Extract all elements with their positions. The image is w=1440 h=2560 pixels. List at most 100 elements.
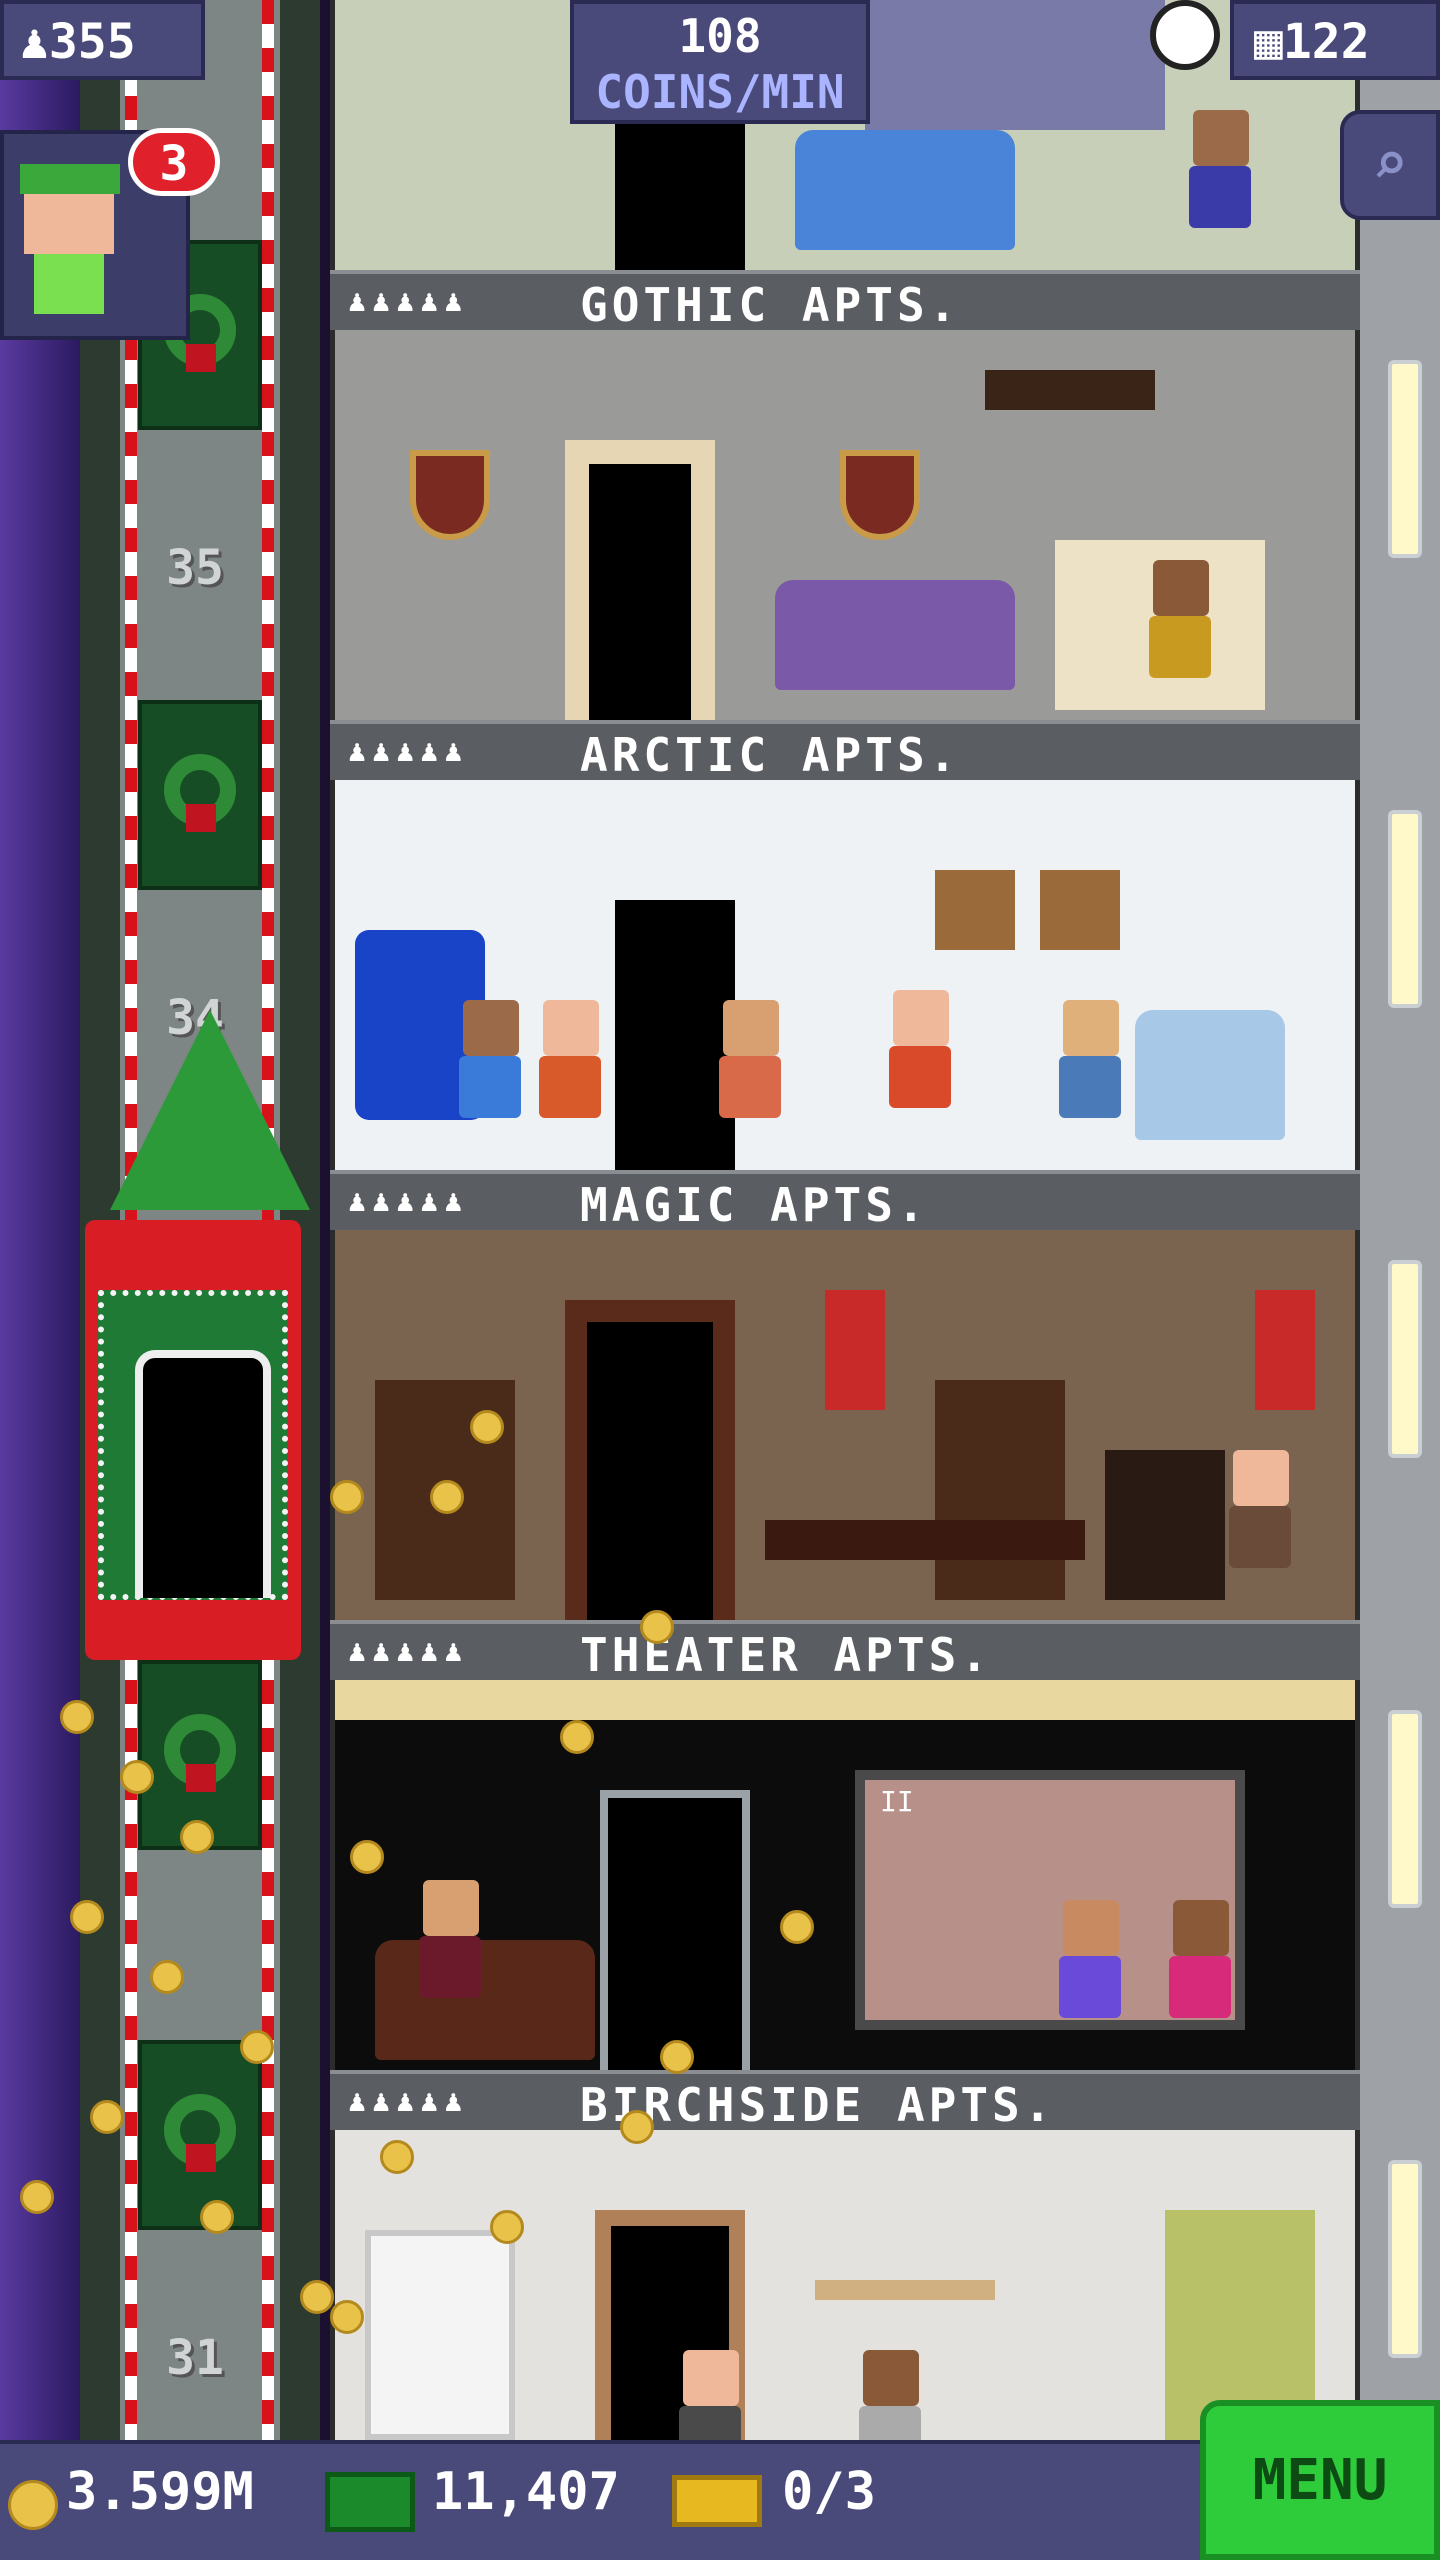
coins-per-minute-panel: 108 COINS/MIN [570, 0, 870, 124]
arctic-apartment-room[interactable] [335, 780, 1355, 1170]
bux-icon [325, 2472, 415, 2532]
ticket-icon [672, 2475, 762, 2527]
wall-light [1388, 2160, 1422, 2358]
population-counter[interactable]: ♟355 [0, 0, 205, 80]
shield-icon [840, 450, 920, 540]
coin-icon [780, 1910, 814, 1944]
wreath-panel [138, 700, 262, 890]
coin-icon [490, 2210, 524, 2244]
bookshelf [935, 1380, 1065, 1600]
picture-frame [1040, 870, 1120, 950]
floor-name: ARCTIC APTS. [580, 728, 961, 782]
tickets-value[interactable]: 0/3 [782, 2462, 876, 2522]
coin-icon [330, 1480, 364, 1514]
coin-icon [150, 1960, 184, 1994]
blue-armchair [1135, 1010, 1285, 1140]
birchside-apartment-room[interactable] [335, 2130, 1355, 2468]
shaft-floor-number: 31 [166, 2330, 224, 2386]
resident-icons: ♟♟♟♟♟ [348, 1634, 469, 1669]
floor-label-arctic[interactable]: ♟♟♟♟♟ ARCTIC APTS. [330, 720, 1360, 782]
coins-value[interactable]: 3.599M [66, 2462, 254, 2522]
coin-icon [8, 2480, 58, 2530]
avatar [24, 184, 114, 254]
notification-badge[interactable]: 3 [128, 128, 220, 196]
gothic-apartment-room[interactable] [335, 330, 1355, 720]
wall-window [865, 0, 1165, 130]
wall-shelf [815, 2280, 995, 2300]
chandelier-icon [985, 370, 1155, 410]
floor-label-magic[interactable]: ♟♟♟♟♟ MAGIC APTS. [330, 1170, 1360, 1232]
coin-icon [350, 1840, 384, 1874]
menu-button[interactable]: MENU [1200, 2400, 1440, 2560]
wall-light [1388, 360, 1422, 558]
resident[interactable] [885, 990, 955, 1120]
christmas-tree-icon [110, 1010, 310, 1210]
magnifier-icon: ⌕ [1371, 129, 1409, 199]
floor-label-gothic[interactable]: ♟♟♟♟♟ GOTHIC APTS. [330, 270, 1360, 332]
resident-icons: ♟♟♟♟♟ [348, 2084, 469, 2119]
apartment-door [615, 120, 745, 270]
apartment-door [565, 1300, 735, 1620]
clock-icon[interactable] [1150, 0, 1220, 70]
coin-icon [470, 1410, 504, 1444]
resident-icons: ♟♟♟♟♟ [348, 1184, 469, 1219]
apartment-door [600, 1790, 750, 2070]
floor-name: MAGIC APTS. [580, 1178, 929, 1232]
resident[interactable] [715, 1000, 785, 1130]
coin-icon [70, 1900, 104, 1934]
coin-icon [120, 1760, 154, 1794]
wall-light [1388, 810, 1422, 1008]
wreath-panel [138, 2040, 262, 2230]
bookshelf [365, 2230, 515, 2440]
floor-name: GOTHIC APTS. [580, 278, 961, 332]
purple-sofa [775, 580, 1015, 690]
banner-icon [825, 1290, 885, 1410]
resident[interactable] [535, 1000, 605, 1130]
resident[interactable] [1225, 1450, 1295, 1580]
resident[interactable] [1055, 1000, 1125, 1130]
coin-icon [620, 2110, 654, 2144]
left-purple-strip [0, 0, 80, 2560]
coin-icon [300, 2280, 334, 2314]
resident[interactable] [415, 1880, 485, 2010]
population-value: 355 [48, 14, 136, 70]
green-cap [20, 164, 120, 194]
search-button[interactable]: ⌕ [1340, 110, 1440, 220]
resident[interactable] [1185, 110, 1255, 240]
coin-icon [20, 2180, 54, 2214]
floor-count-value: 122 [1282, 14, 1370, 70]
resident[interactable] [1165, 1900, 1235, 2030]
floor-label-theater[interactable]: ♟♟♟♟♟ THEATER APTS. [330, 1620, 1360, 1682]
wall-light [1388, 1710, 1422, 1908]
floor-counter[interactable]: ▦122 [1230, 0, 1440, 80]
resident[interactable] [455, 1000, 525, 1130]
apartment-door [565, 440, 715, 720]
coin-icon [560, 1720, 594, 1754]
building-icon: ▦ [1254, 14, 1283, 70]
resident[interactable] [1145, 560, 1215, 690]
blue-sofa [795, 130, 1015, 250]
coin-icon [200, 2200, 234, 2234]
coin-icon [660, 2040, 694, 2074]
coins-per-minute-value: 108 [678, 9, 762, 63]
brown-sofa [375, 1940, 595, 2060]
person-icon: ♟ [20, 14, 49, 70]
resident-icons: ♟♟♟♟♟ [348, 734, 469, 769]
elevator-door[interactable] [135, 1350, 271, 1598]
desk [765, 1520, 1085, 1560]
coin-icon [240, 2030, 274, 2064]
coin-icon [90, 2100, 124, 2134]
banner-icon [1255, 1290, 1315, 1410]
bux-value[interactable]: 11,407 [432, 2462, 620, 2522]
coin-icon [330, 2300, 364, 2334]
coin-icon [640, 1610, 674, 1644]
resident[interactable] [1055, 1900, 1125, 2030]
coin-icon [60, 1700, 94, 1734]
coin-icon [430, 1480, 464, 1514]
ceiling-lights-rail [335, 1680, 1355, 1720]
coin-icon [180, 1820, 214, 1854]
floor-label-birchside[interactable]: ♟♟♟♟♟ BIRCHSIDE APTS. [330, 2070, 1360, 2132]
coins-per-minute-unit: COINS/MIN [595, 65, 845, 119]
pause-icon: II [880, 1785, 914, 1818]
theater-apartment-room[interactable]: II [335, 1680, 1355, 2070]
